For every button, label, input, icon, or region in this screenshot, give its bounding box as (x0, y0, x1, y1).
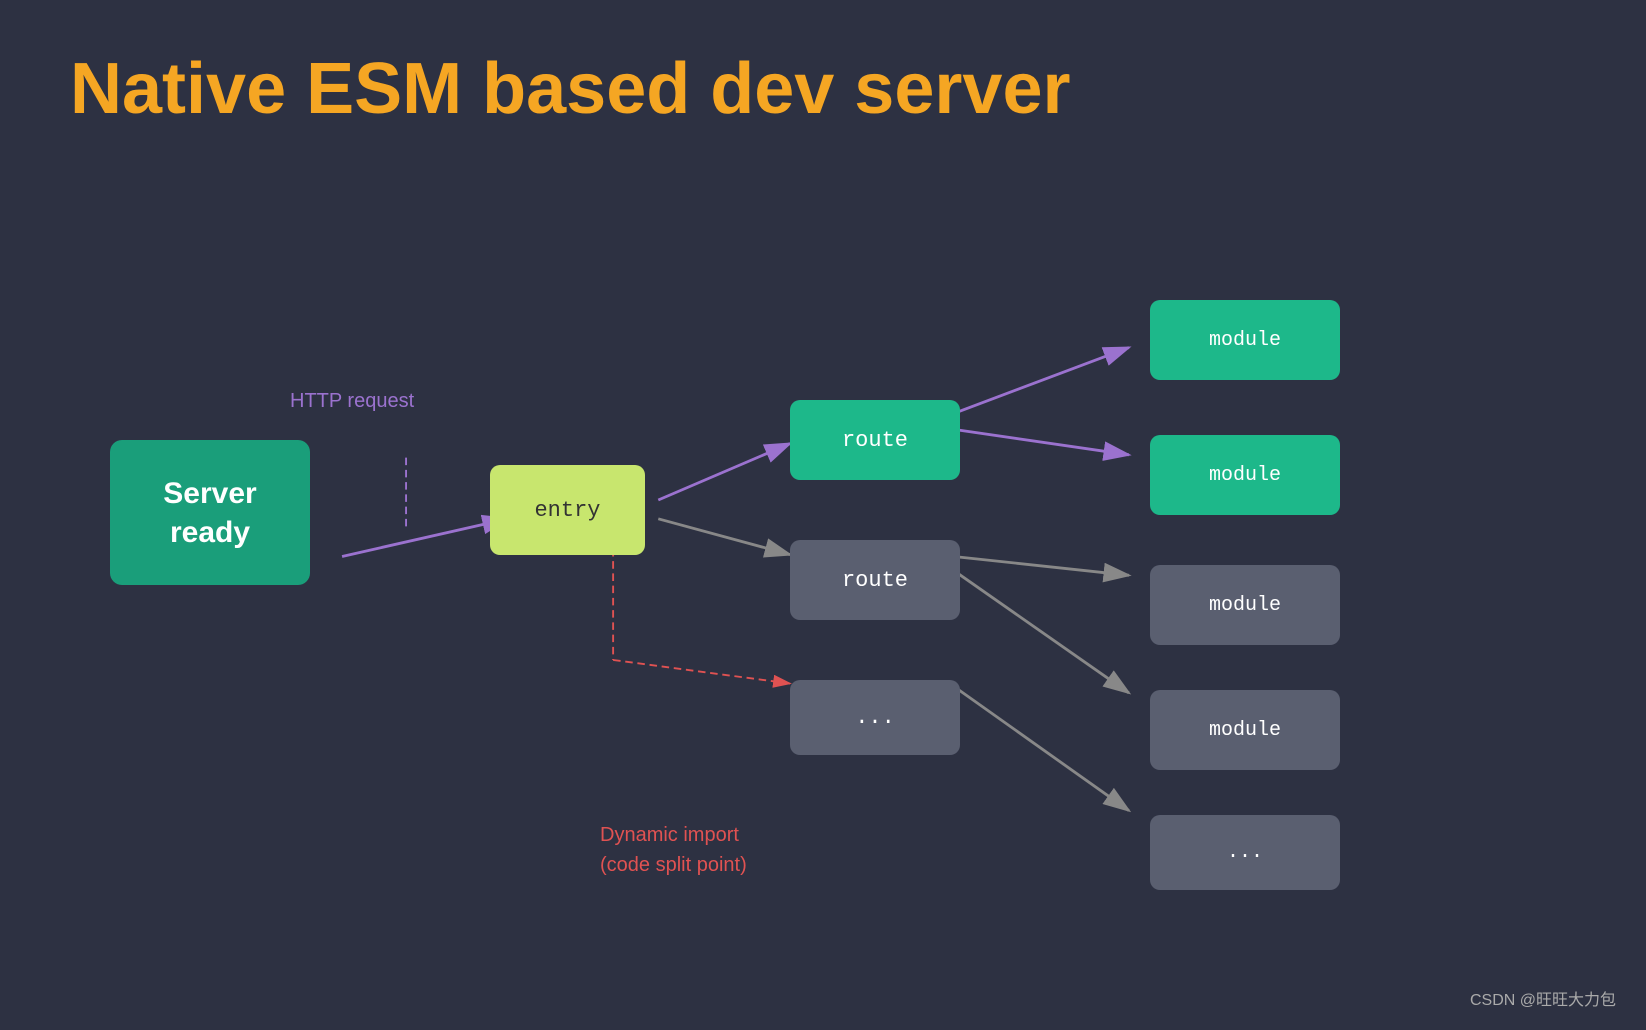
module-4-text: module (1209, 719, 1281, 742)
slide-title: Native ESM based dev server (70, 50, 1576, 129)
module-box-2: module (1150, 435, 1340, 515)
module-2-text: module (1209, 464, 1281, 487)
module-3-text: module (1209, 594, 1281, 617)
entry-text: entry (534, 498, 600, 523)
entry-box: entry (490, 465, 645, 555)
module-dots-text: ... (1227, 841, 1263, 864)
route-dots-box: ... (790, 680, 960, 755)
module-box-1: module (1150, 300, 1340, 380)
module-1-text: module (1209, 329, 1281, 352)
route-green-box: route (790, 400, 960, 480)
dynamic-import-label: Dynamic import(code split point) (600, 820, 747, 880)
watermark: CSDN @旺旺大力包 (1470, 986, 1616, 1010)
route-green-text: route (842, 428, 908, 453)
route-gray-box: route (790, 540, 960, 620)
route-gray-text: route (842, 568, 908, 593)
module-dots-box: ... (1150, 815, 1340, 890)
module-box-3: module (1150, 565, 1340, 645)
route-dots-text: ... (855, 705, 895, 730)
diagram: Serverready HTTP request entry route rou… (0, 180, 1646, 980)
http-request-label: HTTP request (290, 390, 414, 413)
server-ready-box: Serverready (110, 440, 310, 585)
server-ready-text: Serverready (163, 474, 256, 552)
dynamic-import-text: Dynamic import(code split point) (600, 824, 747, 876)
module-box-4: module (1150, 690, 1340, 770)
slide: Native ESM based dev server (0, 0, 1646, 1030)
